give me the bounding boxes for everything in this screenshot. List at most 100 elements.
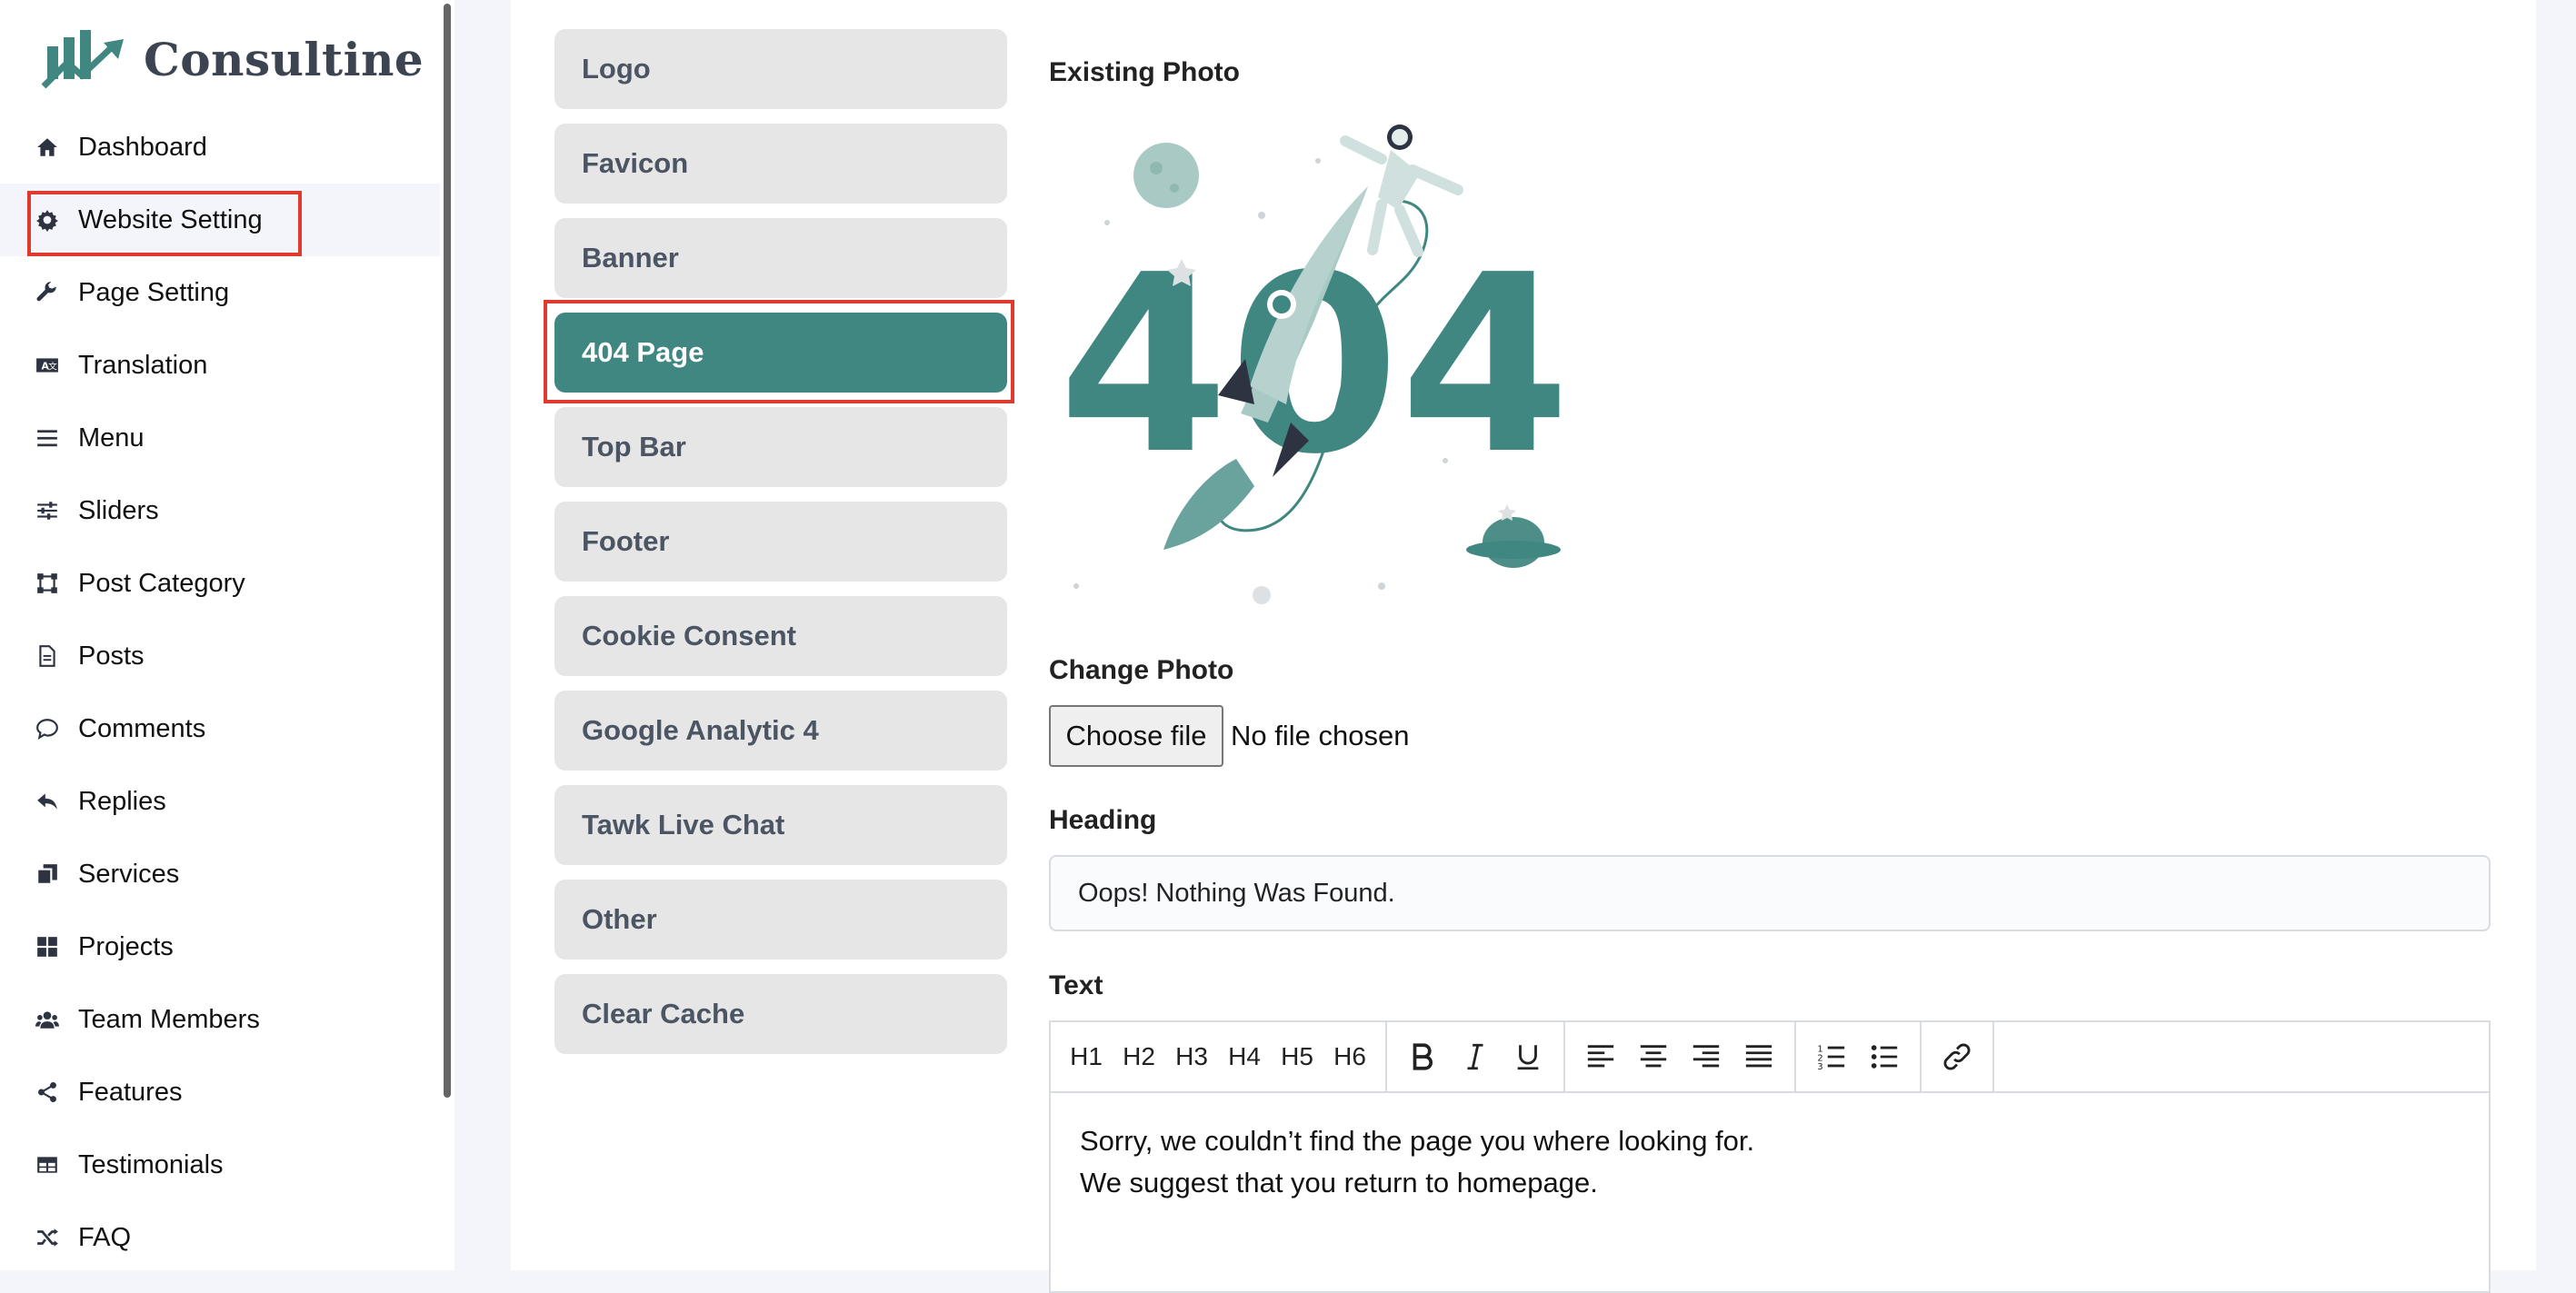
svg-text:文: 文 xyxy=(48,360,57,372)
bold-icon[interactable] xyxy=(1396,1031,1449,1082)
format-tool-group xyxy=(1387,1022,1565,1091)
brand-name: Consultine xyxy=(144,32,424,86)
sidebar-item-label: Sliders xyxy=(78,495,159,525)
brand-logo[interactable]: Consultine xyxy=(40,24,424,94)
share-icon xyxy=(33,1078,62,1107)
sidebar-item-sliders[interactable]: Sliders xyxy=(0,474,440,547)
editor-toolbar: H1 H2 H3 H4 H5 H6 123 xyxy=(1051,1022,2489,1093)
text-label: Text xyxy=(1049,970,1103,1000)
italic-icon[interactable] xyxy=(1449,1031,1502,1082)
editor-text-line-2: We suggest that you return to homepage. xyxy=(1080,1167,1598,1199)
tab-favicon[interactable]: Favicon xyxy=(554,124,1007,204)
sidebar-item-label: Post Category xyxy=(78,568,245,598)
align-left-icon[interactable] xyxy=(1574,1031,1627,1082)
reply-icon xyxy=(33,787,62,816)
sidebar-item-faq[interactable]: FAQ xyxy=(0,1201,440,1274)
sidebar: Consultine Dashboard Website Setting Pag… xyxy=(0,0,454,1270)
sidebar-item-label: Services xyxy=(78,859,180,889)
editor-content[interactable]: Sorry, we couldn’t find the page you whe… xyxy=(1051,1093,2489,1231)
tab-logo[interactable]: Logo xyxy=(554,29,1007,109)
heading-input[interactable]: Oops! Nothing Was Found. xyxy=(1049,855,2491,931)
language-icon: A文 xyxy=(33,351,62,380)
sidebar-item-replies[interactable]: Replies xyxy=(0,765,440,838)
align-tool-group xyxy=(1565,1022,1796,1091)
grid-icon xyxy=(33,932,62,961)
sidebar-item-label: Replies xyxy=(78,786,166,816)
comment-icon xyxy=(33,714,62,743)
existing-photo-404-illustration: 404 xyxy=(1058,124,1571,604)
sidebar-item-label: Projects xyxy=(78,931,174,961)
sidebar-item-posts[interactable]: Posts xyxy=(0,620,440,692)
sidebar-nav: Dashboard Website Setting Page Setting A… xyxy=(0,111,440,1274)
tab-tawk-live-chat[interactable]: Tawk Live Chat xyxy=(554,785,1007,865)
align-center-icon[interactable] xyxy=(1627,1031,1680,1082)
sidebar-item-menu[interactable]: Menu xyxy=(0,402,440,474)
sidebar-item-label: FAQ xyxy=(78,1222,132,1252)
tab-404-page[interactable]: 404 Page xyxy=(554,313,1007,393)
sidebar-item-page-setting[interactable]: Page Setting xyxy=(0,256,440,329)
sidebar-item-label: Translation xyxy=(78,350,208,380)
heading-input-value: Oops! Nothing Was Found. xyxy=(1078,878,1395,908)
heading-label: Heading xyxy=(1049,805,1157,835)
tab-other[interactable]: Other xyxy=(554,880,1007,960)
sidebar-item-label: Page Setting xyxy=(78,277,230,307)
choose-file-button[interactable]: Choose file xyxy=(1049,705,1223,767)
h2-button[interactable]: H2 xyxy=(1113,1031,1165,1082)
h6-button[interactable]: H6 xyxy=(1323,1031,1376,1082)
sidebar-item-features[interactable]: Features xyxy=(0,1056,440,1129)
gear-icon xyxy=(33,205,62,234)
align-justify-icon[interactable] xyxy=(1732,1031,1785,1082)
tab-clear-cache[interactable]: Clear Cache xyxy=(554,974,1007,1054)
align-right-icon[interactable] xyxy=(1680,1031,1732,1082)
sidebar-item-label: Posts xyxy=(78,641,145,671)
tab-banner[interactable]: Banner xyxy=(554,218,1007,298)
underline-icon[interactable] xyxy=(1502,1031,1554,1082)
file-icon xyxy=(33,642,62,671)
sidebar-item-post-category[interactable]: Post Category xyxy=(0,547,440,620)
h1-button[interactable]: H1 xyxy=(1060,1031,1113,1082)
sidebar-item-label: Menu xyxy=(78,423,145,453)
sidebar-scrollbar[interactable] xyxy=(444,4,451,1098)
home-icon xyxy=(33,133,62,162)
existing-photo-label: Existing Photo xyxy=(1049,57,1240,87)
sidebar-item-projects[interactable]: Projects xyxy=(0,910,440,983)
users-icon xyxy=(33,1005,62,1034)
text-editor[interactable]: H1 H2 H3 H4 H5 H6 123 Sorry, we couldn’t… xyxy=(1049,1020,2491,1293)
link-tool-group xyxy=(1922,1022,1994,1091)
heading-tool-group: H1 H2 H3 H4 H5 H6 xyxy=(1051,1022,1387,1091)
sidebar-item-testimonials[interactable]: Testimonials xyxy=(0,1129,440,1201)
logo-icon xyxy=(41,30,124,89)
no-file-chosen-text: No file chosen xyxy=(1231,720,1410,751)
list-tool-group: 123 xyxy=(1796,1022,1922,1091)
wrench-icon xyxy=(33,278,62,307)
sidebar-item-website-setting[interactable]: Website Setting xyxy=(0,184,440,256)
h5-button[interactable]: H5 xyxy=(1271,1031,1323,1082)
sidebar-item-label: Features xyxy=(78,1077,183,1107)
sidebar-item-services[interactable]: Services xyxy=(0,838,440,910)
sidebar-item-label: Dashboard xyxy=(78,132,207,162)
editor-text-line-1: Sorry, we couldn’t find the page you whe… xyxy=(1080,1125,1755,1157)
bars-icon xyxy=(33,423,62,453)
h4-button[interactable]: H4 xyxy=(1218,1031,1271,1082)
tab-top-bar[interactable]: Top Bar xyxy=(554,407,1007,487)
sliders-icon xyxy=(33,496,62,525)
link-icon[interactable] xyxy=(1931,1031,1983,1082)
change-photo-label: Change Photo xyxy=(1049,655,1234,685)
sidebar-item-team-members[interactable]: Team Members xyxy=(0,983,440,1056)
tab-google-analytic-4[interactable]: Google Analytic 4 xyxy=(554,691,1007,771)
h3-button[interactable]: H3 xyxy=(1165,1031,1218,1082)
svg-text:3: 3 xyxy=(1817,1062,1822,1072)
sidebar-item-dashboard[interactable]: Dashboard xyxy=(0,111,440,184)
ordered-list-icon[interactable]: 123 xyxy=(1805,1031,1858,1082)
sidebar-item-translation[interactable]: A文 Translation xyxy=(0,329,440,402)
table-icon xyxy=(33,1150,62,1179)
sidebar-item-label: Team Members xyxy=(78,1004,260,1034)
shuffle-icon xyxy=(33,1223,62,1252)
sidebar-item-label: Website Setting xyxy=(78,204,263,234)
settings-tab-list: Logo Favicon Banner 404 Page Top Bar Foo… xyxy=(554,29,1007,1069)
tab-cookie-consent[interactable]: Cookie Consent xyxy=(554,596,1007,676)
bullet-list-icon[interactable] xyxy=(1858,1031,1911,1082)
photo-file-input[interactable]: Choose file No file chosen xyxy=(1049,705,1409,767)
tab-footer[interactable]: Footer xyxy=(554,502,1007,582)
sidebar-item-comments[interactable]: Comments xyxy=(0,692,440,765)
